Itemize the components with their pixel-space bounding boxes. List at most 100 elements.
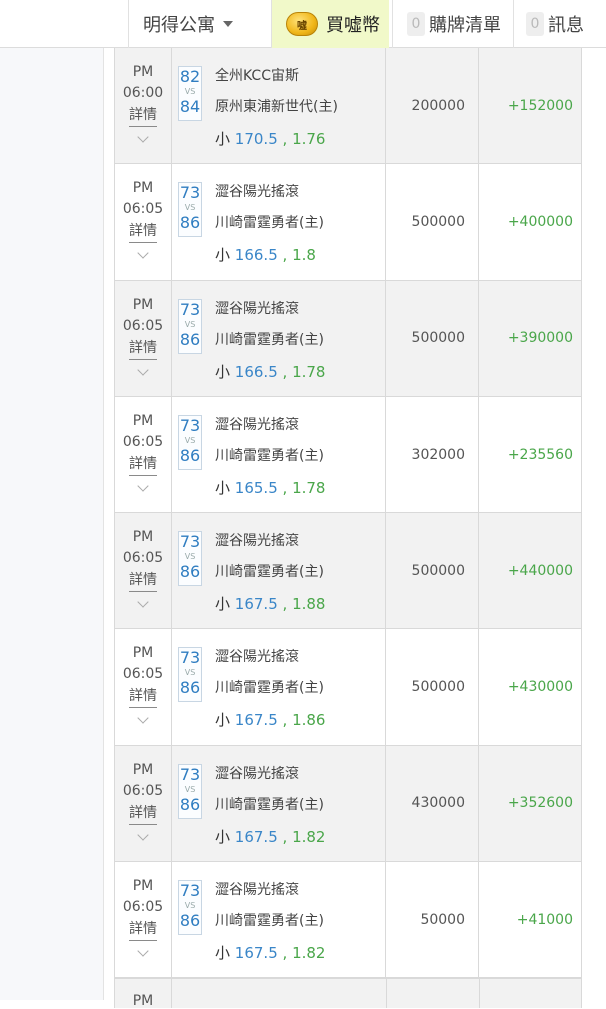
ampm-label: PM (132, 296, 154, 313)
away-score: 73 (179, 648, 201, 668)
score-box: 73 VS 86 (178, 298, 202, 354)
bet-line-value: 170.5 (234, 130, 278, 148)
profit-amount: +41000 (516, 911, 573, 928)
vs-label: VS (184, 784, 196, 794)
detail-link[interactable]: 詳情 (129, 569, 157, 593)
chevron-down-icon[interactable] (137, 363, 149, 376)
profit-amount: +352600 (507, 795, 573, 812)
bet-selection: 小 167.5 , 1.86 (215, 710, 325, 730)
table-row: PM 06:00 詳情 82 VS 84 全州KCC宙斯 原州東浦新世代(主) 小 170.5 … (115, 48, 581, 165)
game-time: 06:05 (122, 550, 164, 567)
detail-link[interactable]: 詳情 (129, 220, 157, 244)
column-divider (386, 979, 387, 1008)
detail-link[interactable]: 詳情 (129, 104, 157, 127)
away-team-name: 澀谷陽光搖滾 (215, 533, 299, 550)
bet-line-value: 167.5 (234, 827, 278, 846)
table-row: PM 06:05 詳情 73 VS 86 澀谷陽光搖滾 川崎雷霆勇者(主) 小 167.5 , … (115, 862, 581, 979)
score-box: 73 VS 86 (178, 414, 202, 470)
profit-amount: +390000 (507, 330, 573, 347)
score-box: 73 VS 86 (178, 182, 202, 238)
bet-selection: 小 166.5 , 1.8 (215, 245, 316, 265)
detail-link[interactable]: 詳情 (129, 685, 157, 709)
match-cell: 73 VS 86 澀谷陽光搖滾 川崎雷霆勇者(主) 小 165.5 , 1.78 (172, 396, 386, 513)
match-cell: 82 VS 84 全州KCC宙斯 原州東浦新世代(主) 小 170.5 , 1.76 (172, 48, 386, 164)
detail-link[interactable]: 詳情 (129, 453, 157, 476)
vs-label: VS (184, 435, 196, 445)
caret-down-icon (223, 21, 233, 27)
bet-odds: , 1.82 (282, 944, 326, 963)
profit-amount: +152000 (507, 97, 573, 114)
home-score: 84 (179, 97, 201, 116)
stake-amount: 500000 (386, 164, 479, 280)
away-score: 73 (179, 764, 201, 784)
home-score: 86 (179, 794, 201, 814)
messages-button[interactable]: 0 訊息 (513, 0, 606, 48)
match-cell: 73 VS 86 澀谷陽光搖滾 川崎雷霆勇者(主) 小 166.5 , 1.8 (172, 164, 386, 280)
score-box: 82 VS 84 (178, 66, 202, 121)
time-cell: PM 06:00 詳情 (115, 48, 172, 164)
stake-amount: 500000 (386, 280, 479, 396)
match-cell: 73 VS 86 澀谷陽光搖滾 川崎雷霆勇者(主) 小 167.5 , 1.88 (172, 513, 386, 629)
chevron-down-icon[interactable] (137, 945, 149, 957)
stake-amount: 500000 (386, 513, 479, 629)
profit-amount: +430000 (507, 679, 573, 696)
game-time: 06:05 (122, 666, 164, 683)
game-time: 06:05 (122, 317, 164, 334)
detail-link[interactable]: 詳情 (129, 802, 157, 825)
match-cell: 73 VS 86 澀谷陽光搖滾 川崎雷霆勇者(主) 小 167.5 , 1.82 (172, 745, 386, 862)
bet-kind: 小 (215, 944, 231, 963)
bet-line-value: 165.5 (234, 478, 278, 497)
bet-selection: 小 167.5 , 1.82 (215, 827, 325, 847)
home-score: 86 (179, 911, 201, 931)
detail-link[interactable]: 詳情 (129, 337, 157, 360)
bet-odds: , 1.76 (282, 130, 326, 148)
bet-selection: 小 166.5 , 1.78 (215, 362, 325, 382)
cart-list-button[interactable]: 0 購牌清單 (392, 0, 512, 48)
score-box: 73 VS 86 (178, 880, 202, 936)
home-score: 86 (179, 678, 201, 698)
detail-link[interactable]: 詳情 (129, 918, 157, 942)
top-nav-bar: 明得公寓 噓 買噓幣 0 購牌清單 0 訊息 (0, 0, 606, 48)
stake-amount: 302000 (386, 396, 479, 513)
away-score: 73 (179, 881, 201, 901)
user-menu-dropdown[interactable]: 明得公寓 (128, 0, 270, 48)
bet-kind: 小 (215, 246, 231, 265)
home-team-name: 川崎雷霆勇者(主) (215, 564, 324, 581)
away-team-name: 全州KCC宙斯 (215, 68, 299, 84)
bet-odds: , 1.78 (282, 478, 326, 497)
chevron-down-icon[interactable] (137, 247, 149, 259)
match-cell: 73 VS 86 澀谷陽光搖滾 川崎雷霆勇者(主) 小 167.5 , 1.86 (172, 629, 386, 745)
bet-odds: , 1.88 (282, 595, 326, 614)
profit-amount: +400000 (507, 213, 573, 230)
away-team-name: 澀谷陽光搖滾 (215, 184, 299, 201)
time-cell: PM 06:05 詳情 (115, 396, 172, 513)
chevron-down-icon[interactable] (137, 131, 149, 143)
chevron-down-icon[interactable] (137, 596, 149, 608)
stake-amount: 500000 (386, 629, 479, 745)
vs-label: VS (184, 668, 196, 678)
chevron-down-icon[interactable] (137, 480, 149, 492)
ampm-label: PM (132, 529, 154, 546)
bet-line-value: 167.5 (234, 944, 278, 963)
home-score: 86 (179, 445, 201, 465)
game-time: 06:00 (122, 85, 164, 101)
stake-amount: 430000 (386, 745, 479, 862)
game-time: 06:05 (122, 201, 164, 218)
away-score: 73 (179, 532, 201, 552)
table-row: PM 06:05 詳情 73 VS 86 澀谷陽光搖滾 川崎雷霆勇者(主) 小 167.5 , … (115, 629, 581, 746)
ampm-label: PM (132, 645, 154, 662)
chevron-down-icon[interactable] (137, 712, 149, 725)
vs-label: VS (184, 901, 196, 911)
ampm-label: PM (132, 878, 154, 895)
game-time: 06:05 (122, 782, 164, 799)
cart-list-label: 購牌清單 (429, 15, 501, 36)
buy-coin-button[interactable]: 噓 買噓幣 (271, 0, 389, 48)
stake-amount: 50000 (386, 862, 479, 978)
ampm-label: PM (132, 180, 154, 197)
bet-selection: 小 167.5 , 1.88 (215, 594, 325, 614)
game-time: 06:05 (122, 433, 164, 450)
chevron-down-icon[interactable] (137, 829, 149, 841)
time-cell: PM 06:05 詳情 (115, 629, 172, 745)
home-team-name: 川崎雷霆勇者(主) (215, 680, 324, 697)
table-row: PM 06:05 詳情 73 VS 86 澀谷陽光搖滾 川崎雷霆勇者(主) 小 167.5 , … (115, 513, 581, 630)
